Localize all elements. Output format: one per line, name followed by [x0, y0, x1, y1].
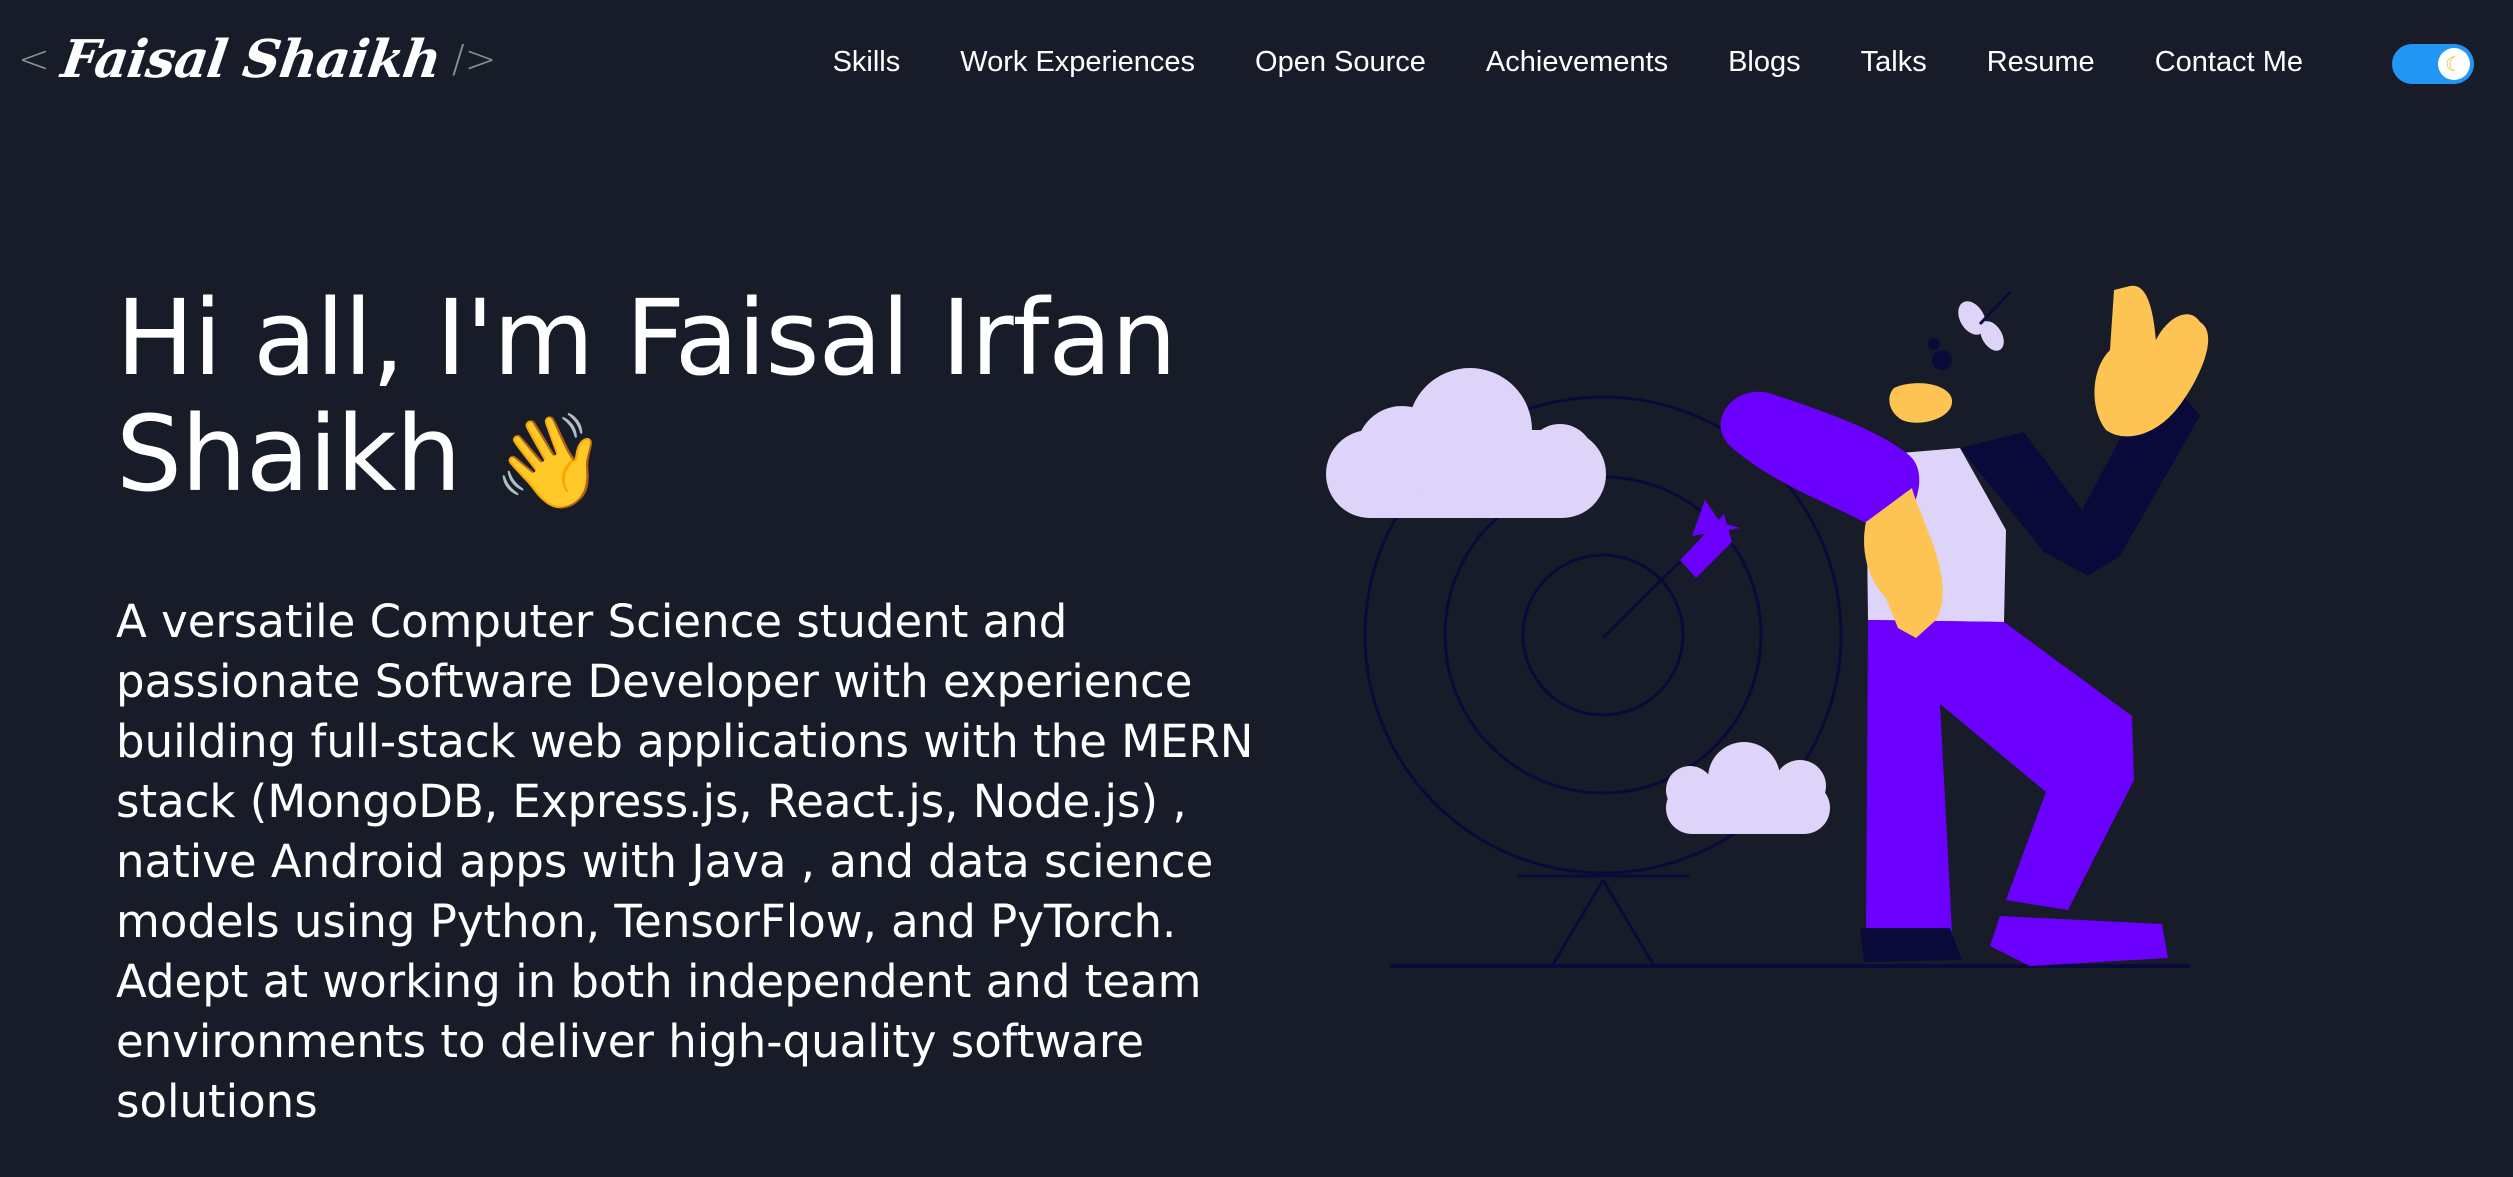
- hero-subtitle: A versatile Computer Science student and…: [116, 594, 1254, 1128]
- nav-link-blogs[interactable]: Blogs: [1698, 38, 1831, 86]
- moon-icon: ☾: [2438, 48, 2470, 80]
- nav-link-achievements[interactable]: Achievements: [1456, 38, 1698, 86]
- nav-link-talks[interactable]: Talks: [1831, 38, 1957, 86]
- nav-link-contact-me[interactable]: Contact Me: [2125, 38, 2333, 86]
- nav-link-skills[interactable]: Skills: [803, 38, 931, 86]
- nav-link-resume[interactable]: Resume: [1957, 38, 2125, 86]
- hero-title-text: Hi all, I'm Faisal Irfan Shaikh: [116, 277, 1177, 515]
- person-figure: [1720, 285, 2209, 966]
- theme-toggle[interactable]: ☾: [2392, 44, 2474, 84]
- cloud-large: [1326, 368, 1606, 518]
- logo[interactable]: < Faisal Shaikh />: [18, 24, 497, 94]
- logo-close-bracket: />: [451, 37, 497, 81]
- main-nav: Skills Work Experiences Open Source Achi…: [803, 38, 2333, 86]
- site-header: < Faisal Shaikh /> Skills Work Experienc…: [0, 0, 2513, 120]
- cloud-small: [1666, 742, 1830, 834]
- dart-icon: [1601, 500, 1740, 640]
- logo-open-bracket: <: [18, 37, 50, 81]
- hero-title: Hi all, I'm Faisal Irfan Shaikh 👋: [116, 280, 1266, 520]
- nav-link-open-source[interactable]: Open Source: [1225, 38, 1456, 86]
- waving-hand-icon: 👋: [492, 407, 608, 515]
- logo-name: Faisal Shaikh: [57, 28, 445, 90]
- nav-link-work-experiences[interactable]: Work Experiences: [930, 38, 1225, 86]
- hero-section: Hi all, I'm Faisal Irfan Shaikh 👋 A vers…: [116, 280, 1266, 1177]
- hero-illustration: [1326, 285, 2209, 968]
